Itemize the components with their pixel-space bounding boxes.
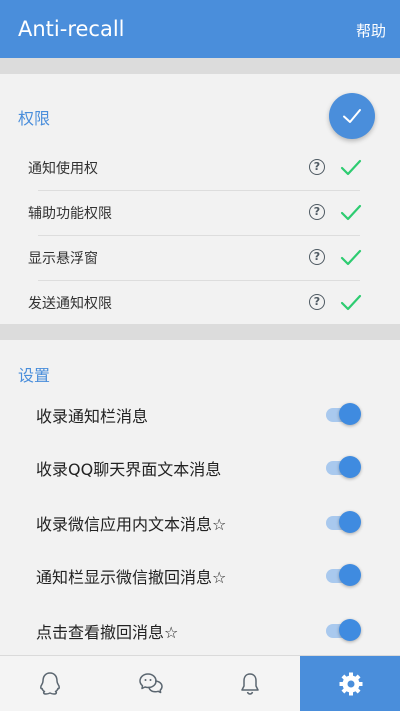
help-circle-icon[interactable]: ?: [309, 249, 325, 265]
gear-icon: [339, 672, 363, 696]
permission-label: 通知使用权: [28, 161, 98, 177]
nav-tab-notifications[interactable]: [200, 656, 300, 711]
setting-toggle[interactable]: [326, 403, 362, 427]
setting-toggle[interactable]: [326, 564, 362, 588]
app-bar: Anti-recall 帮助: [0, 0, 400, 58]
permission-row-post-notification[interactable]: 发送通知权限 ?: [0, 281, 400, 325]
permission-label: 辅助功能权限: [28, 206, 112, 222]
settings-title: 设置: [18, 366, 51, 385]
setting-label: 点击查看撤回消息☆: [36, 623, 179, 642]
permission-label: 显示悬浮窗: [28, 251, 98, 267]
toggle-thumb: [339, 456, 361, 478]
help-circle-icon[interactable]: ?: [309, 294, 325, 310]
setting-row-record-wechat[interactable]: 收录微信应用内文本消息☆: [0, 497, 400, 549]
nav-tab-settings[interactable]: [300, 656, 400, 711]
help-circle-icon[interactable]: ?: [309, 204, 325, 220]
setting-row-show-wechat-recall[interactable]: 通知栏显示微信撤回消息☆: [0, 550, 400, 602]
divider-band: [0, 324, 400, 340]
setting-toggle[interactable]: [326, 619, 362, 643]
divider-band: [0, 58, 400, 74]
nav-tab-wechat[interactable]: [100, 656, 200, 711]
help-button[interactable]: 帮助: [356, 20, 386, 41]
permission-label: 发送通知权限: [28, 296, 112, 312]
permission-row-notification-access[interactable]: 通知使用权 ?: [0, 146, 400, 190]
check-icon: [340, 159, 362, 176]
setting-label: 收录QQ聊天界面文本消息: [36, 460, 222, 479]
toggle-thumb: [339, 564, 361, 586]
app-title: Anti-recall: [18, 17, 125, 41]
toggle-thumb: [339, 619, 361, 641]
toggle-thumb: [339, 403, 361, 425]
help-circle-icon[interactable]: ?: [309, 159, 325, 175]
setting-label: 收录微信应用内文本消息☆: [36, 515, 227, 534]
confirm-fab[interactable]: [329, 93, 375, 139]
setting-row-record-qq-chat[interactable]: 收录QQ聊天界面文本消息: [0, 442, 400, 494]
setting-toggle[interactable]: [326, 511, 362, 535]
wechat-icon: [139, 673, 163, 694]
setting-row-record-notifications[interactable]: 收录通知栏消息: [0, 389, 400, 441]
toggle-thumb: [339, 511, 361, 533]
permissions-title: 权限: [18, 109, 51, 128]
check-icon: [343, 109, 361, 123]
permission-row-overlay[interactable]: 显示悬浮窗 ?: [0, 236, 400, 280]
check-icon: [340, 294, 362, 311]
setting-toggle[interactable]: [326, 456, 362, 480]
qq-icon: [40, 672, 60, 695]
permission-row-accessibility[interactable]: 辅助功能权限 ?: [0, 191, 400, 235]
check-icon: [340, 204, 362, 221]
setting-row-tap-view-recall[interactable]: 点击查看撤回消息☆: [0, 605, 400, 657]
nav-tab-qq[interactable]: [0, 656, 100, 711]
bottom-navigation: [0, 655, 400, 711]
setting-label: 通知栏显示微信撤回消息☆: [36, 568, 227, 587]
bell-icon: [241, 673, 259, 695]
setting-label: 收录通知栏消息: [36, 407, 149, 426]
check-icon: [340, 249, 362, 266]
